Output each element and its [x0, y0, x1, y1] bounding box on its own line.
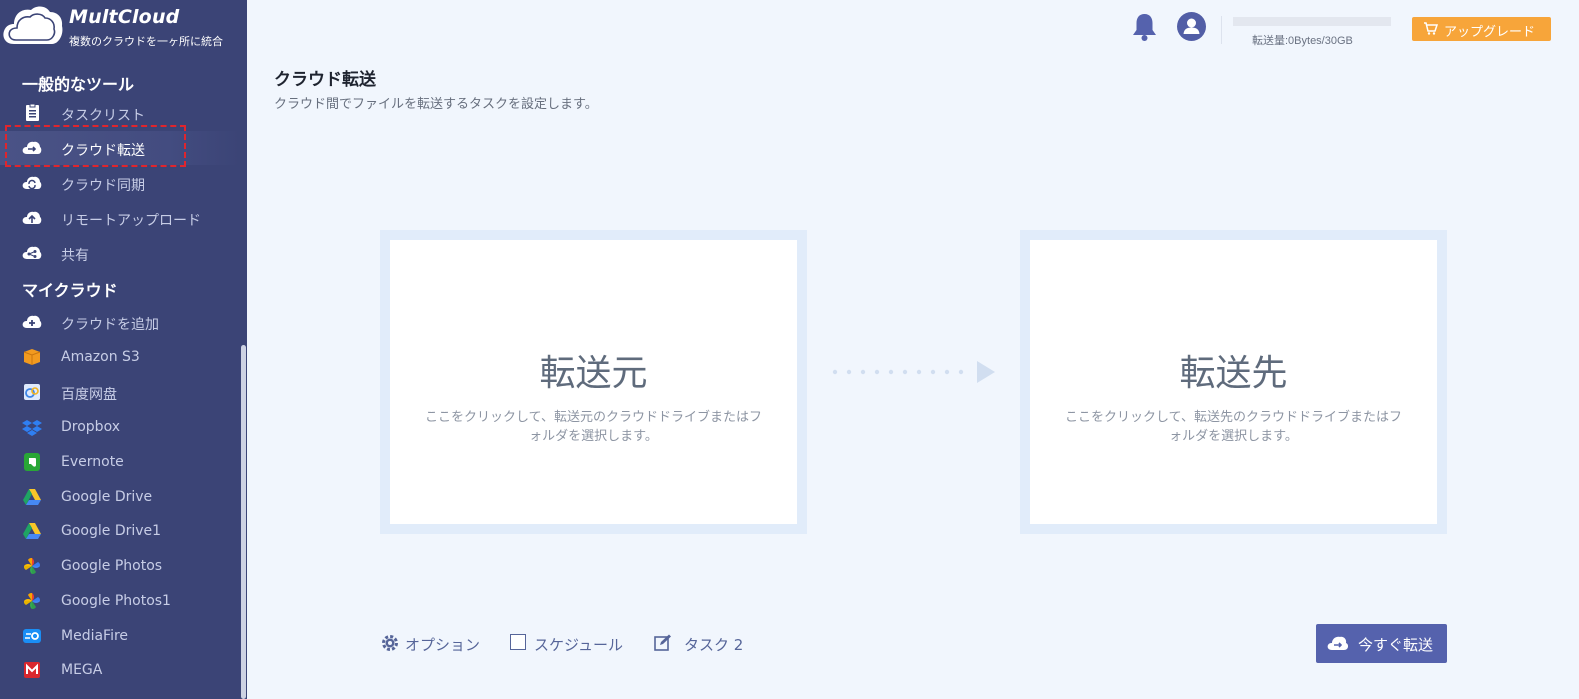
checkbox-icon	[510, 634, 526, 650]
cart-icon	[1424, 22, 1438, 35]
remote-upload-icon	[22, 211, 42, 224]
sidebar-item-evernote[interactable]: Evernote	[0, 445, 240, 479]
sidebar-item-label: Google Photos1	[61, 593, 171, 609]
transfer-now-button[interactable]: 今すぐ転送	[1316, 624, 1447, 663]
amazon-s3-icon	[23, 349, 41, 365]
google-drive-icon	[23, 489, 41, 505]
sidebar-item-google-drive1[interactable]: Google Drive1	[0, 514, 240, 548]
page-subtitle: クラウド間でファイルを転送するタスクを設定します。	[274, 97, 598, 112]
target-description: ここをクリックして、転送先のクラウドドライブまたはフォルダを選択します。	[1065, 410, 1402, 444]
dropbox-icon	[22, 420, 42, 436]
add-cloud-icon	[22, 315, 42, 328]
sidebar-item-dropbox[interactable]: Dropbox	[0, 410, 240, 444]
target-select-box[interactable]: 転送先 ここをクリックして、転送先のクラウドドライブまたはフォルダを選択します。	[1020, 230, 1447, 534]
task-name-button[interactable]: タスク 2	[654, 633, 754, 655]
sidebar-item-label: MEGA	[61, 662, 103, 678]
sidebar-item-label: クラウドを追加	[61, 317, 159, 333]
schedule-checkbox[interactable]: スケジュール	[510, 633, 635, 655]
multcloud-logo-icon	[3, 6, 63, 44]
sidebar-scrollbar[interactable]	[241, 345, 246, 699]
mega-icon	[24, 662, 40, 678]
google-photos-icon	[23, 557, 41, 575]
task-list-icon	[26, 104, 39, 121]
avatar[interactable]	[1177, 12, 1206, 41]
schedule-label: スケジュール	[534, 636, 623, 654]
upgrade-button[interactable]: アップグレード	[1412, 17, 1551, 41]
target-title: 転送先	[1179, 353, 1288, 394]
sidebar-item-label: 共有	[61, 248, 89, 264]
google-photos-icon	[23, 592, 41, 610]
section-title-tools: 一般的なツール	[22, 75, 135, 94]
mediafire-icon	[23, 629, 41, 643]
edit-icon	[654, 634, 671, 651]
cloud-sync-icon	[22, 176, 42, 190]
share-icon	[22, 246, 42, 259]
sidebar-item-baidu[interactable]: 百度网盘	[0, 375, 240, 409]
task-label: タスク 2	[684, 636, 744, 654]
transfer-now-label: 今すぐ転送	[1358, 636, 1434, 654]
sidebar-item-google-photos1[interactable]: Google Photos1	[0, 584, 240, 618]
sidebar-item-cloud-sync[interactable]: クラウド同期	[0, 166, 240, 200]
google-drive-icon	[23, 523, 41, 539]
sidebar: MultCloud 複数のクラウドを一ヶ所に統合 一般的なツール タスクリスト …	[0, 0, 247, 699]
sidebar-item-add-cloud[interactable]: クラウドを追加	[0, 305, 240, 339]
sidebar-item-label: タスクリスト	[61, 108, 145, 124]
sidebar-item-label: MediaFire	[61, 628, 129, 644]
traffic-label: 転送量:0Bytes/30GB	[1252, 35, 1353, 47]
sidebar-item-label: リモートアップロード	[61, 213, 201, 229]
page-title: クラウド転送	[274, 70, 376, 90]
sidebar-item-google-photos[interactable]: Google Photos	[0, 549, 240, 583]
sidebar-item-label: 百度网盘	[61, 387, 117, 403]
source-title: 転送元	[539, 353, 648, 394]
upgrade-label: アップグレード	[1444, 25, 1536, 40]
sidebar-item-cloud-transfer[interactable]: クラウド転送	[0, 131, 240, 165]
sidebar-item-google-drive[interactable]: Google Drive	[0, 480, 240, 514]
sidebar-item-label: Google Drive1	[61, 523, 162, 539]
options-label: オプション	[405, 636, 481, 654]
source-box-inner: 転送元 ここをクリックして、転送元のクラウドドライブまたはフォルダを選択します。	[390, 240, 797, 524]
header-divider	[1221, 16, 1222, 44]
gear-icon	[382, 635, 398, 651]
cloud-transfer-icon	[22, 141, 42, 154]
cloud-transfer-icon	[1327, 636, 1349, 650]
sidebar-item-label: Evernote	[61, 454, 124, 470]
sidebar-item-label: Amazon S3	[61, 349, 140, 365]
source-select-box[interactable]: 転送元 ここをクリックして、転送元のクラウドドライブまたはフォルダを選択します。	[380, 230, 807, 534]
section-title-clouds: マイクラウド	[22, 281, 118, 300]
user-icon	[1183, 18, 1200, 34]
sidebar-item-task-list[interactable]: タスクリスト	[0, 96, 240, 130]
sidebar-item-label: Dropbox	[61, 419, 120, 435]
sidebar-item-label: Google Drive	[61, 489, 153, 505]
sidebar-item-mediafire[interactable]: MediaFire	[0, 619, 240, 653]
evernote-icon	[24, 453, 40, 471]
bell-icon[interactable]	[1131, 12, 1158, 42]
sidebar-item-share[interactable]: 共有	[0, 236, 240, 270]
sidebar-item-remote-upload[interactable]: リモートアップロード	[0, 201, 240, 235]
brand[interactable]: MultCloud 複数のクラウドを一ヶ所に統合	[0, 0, 247, 56]
brand-name: MultCloud	[69, 6, 180, 28]
source-description: ここをクリックして、転送元のクラウドドライブまたはフォルダを選択します。	[425, 410, 762, 444]
sidebar-item-label: クラウド同期	[61, 178, 145, 194]
sidebar-item-amazon-s3[interactable]: Amazon S3	[0, 340, 240, 374]
sidebar-item-label: Google Photos	[61, 558, 163, 574]
options-button[interactable]: オプション	[381, 633, 491, 655]
target-box-inner: 転送先 ここをクリックして、転送先のクラウドドライブまたはフォルダを選択します。	[1030, 240, 1437, 524]
traffic-progress-bar	[1233, 17, 1391, 26]
brand-tagline: 複数のクラウドを一ヶ所に統合	[69, 35, 223, 48]
sidebar-item-mega[interactable]: MEGA	[0, 653, 240, 687]
transfer-arrow-icon	[832, 361, 995, 383]
sidebar-item-label: クラウド転送	[61, 143, 145, 159]
baidu-icon	[24, 384, 40, 400]
